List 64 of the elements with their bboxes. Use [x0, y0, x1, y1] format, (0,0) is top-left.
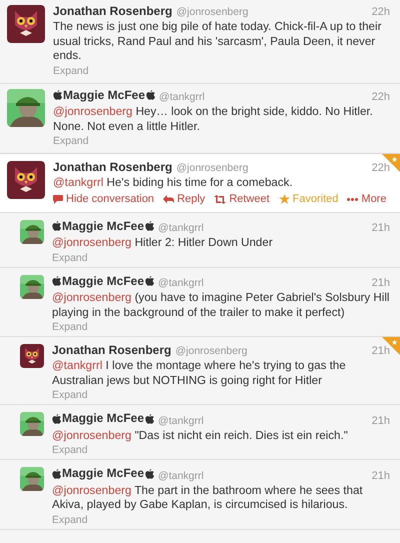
expand-link[interactable]: Expand — [53, 64, 89, 78]
author-name[interactable]: Maggie McFee — [63, 88, 146, 102]
tweet-card[interactable]: Maggie McFee @tankgrrl 22h @jonrosenberg Hey… look on the bright side, kiddo. No Hitler. None. Not even a little Hitler. Expand — [0, 84, 400, 154]
author-handle[interactable]: @jonrosenberg — [176, 162, 248, 175]
tweet-time[interactable]: 21h — [372, 345, 390, 358]
tweet-card[interactable]: Maggie McFee @tankgrrl 21h @jonrosenberg Hitler 2: Hitler Down Under Expand — [0, 212, 400, 268]
author-name[interactable]: Maggie McFee — [62, 274, 144, 288]
tweet-time[interactable]: 21h — [372, 470, 390, 482]
author-name[interactable]: Maggie McFee — [62, 220, 144, 232]
author-handle[interactable]: @tankgrrl — [158, 470, 204, 482]
author-name[interactable]: Jonathan Rosenberg — [53, 5, 172, 18]
mention-link[interactable]: @jonrosenberg — [53, 105, 132, 118]
tweet-text: @jonrosenberg "Das ist nicht ein reich. Dies ist ein reich." — [52, 428, 349, 443]
expand-link[interactable]: Expand — [53, 135, 89, 148]
reply-arrow-icon — [163, 194, 174, 204]
more-action[interactable]: More — [347, 192, 386, 206]
mention-link[interactable]: @jonrosenberg — [52, 428, 132, 442]
owl-avatar[interactable] — [20, 344, 44, 368]
mention-link[interactable]: @tankgrrl — [52, 359, 102, 372]
author-handle[interactable]: @jonrosenberg — [176, 6, 248, 19]
tweet-time[interactable]: 22h — [372, 91, 390, 104]
star-icon — [278, 194, 290, 204]
tweet-text: @jonrosenberg Hitler 2: Hitler Down Under — [52, 236, 274, 250]
mention-link[interactable]: @jonrosenberg — [52, 236, 132, 249]
author-handle[interactable]: @tankgrrl — [158, 222, 204, 235]
author-handle[interactable]: @jonrosenberg — [175, 345, 248, 358]
author-handle[interactable]: @tankgrrl — [158, 277, 204, 290]
tweet-text: @tankgrrl He's biding his time for a comeback. — [53, 176, 294, 190]
mention-link[interactable]: @jonrosenberg — [52, 484, 132, 496]
tweet-text: @jonrosenberg The part in the bathroom where he sees that Akiva, played by Gabe Kaplan, is circumcised is hilarious. — [52, 484, 364, 512]
conversation-action[interactable]: Hide conversation — [53, 192, 154, 206]
author-handle[interactable]: @tankgrrl — [158, 414, 204, 428]
expand-link[interactable]: Expand — [52, 514, 88, 526]
tweet-text: @jonrosenberg (you have to imagine Peter Gabriel's Solsbury Hill playing in the background of the trailer to make it perfect) — [52, 291, 390, 320]
reply-action[interactable]: Reply — [163, 192, 206, 206]
speech-bubble-icon — [53, 194, 63, 204]
tweet-time[interactable]: 22h — [372, 6, 390, 19]
tweet-text: @tankgrrl I love the montage where he's trying to gas the Australian jews but NOTHING is going right for Hitler — [52, 359, 347, 388]
author-name[interactable]: Jonathan Rosenberg — [53, 161, 172, 174]
tweet-text: @jonrosenberg Hey… look on the bright side, kiddo. No Hitler. None. Not even a little Hitler. — [53, 105, 374, 134]
owl-avatar[interactable] — [7, 5, 45, 43]
owl-avatar[interactable] — [7, 161, 45, 199]
expand-link[interactable]: Expand — [52, 321, 88, 334]
author-name[interactable]: Maggie McFee — [62, 467, 144, 480]
favorite-action[interactable]: Favorited — [278, 192, 338, 206]
retweet-action[interactable]: Retweet — [214, 192, 270, 206]
tweet-text: The news is just one big pile of hate today. Chick-fil-A up to their usual tricks, Rand Paul and his 'sarcasm', Paula Deen, it never ends. — [53, 20, 382, 64]
tweet-time[interactable]: 21h — [372, 222, 390, 235]
tweet-card[interactable]: Maggie McFee @tankgrrl 21h @jonrosenberg (you have to imagine Peter Gabriel's Solsbury Hill playing in the background of the trailer to make it perfect) Expand — [0, 268, 400, 337]
author-handle[interactable]: @tankgrrl — [159, 91, 205, 104]
tweet-card[interactable]: Jonathan Rosenberg @jonrosenberg 22h @tankgrrl He's biding his time for a comeback. Hide conversation Reply Retweet Favorited More — [0, 154, 400, 212]
mention-link[interactable]: @jonrosenberg — [52, 291, 132, 304]
ellipsis-icon — [347, 198, 358, 200]
retweet-icon — [214, 194, 226, 204]
expand-link[interactable]: Expand — [52, 252, 88, 264]
expand-link[interactable]: Expand — [52, 389, 88, 402]
author-name[interactable]: Maggie McFee — [62, 412, 144, 425]
tweet-time[interactable]: 22h — [372, 162, 390, 175]
tweet-time[interactable]: 21h — [372, 414, 390, 428]
expand-link[interactable]: Expand — [52, 444, 88, 457]
mention-link[interactable]: @tankgrrl — [53, 176, 104, 189]
tweet-time[interactable]: 21h — [372, 277, 390, 290]
author-name[interactable]: Jonathan Rosenberg — [52, 344, 172, 357]
tweet-card[interactable]: Jonathan Rosenberg @jonrosenberg 21h @tankgrrl I love the montage where he's trying to gas the Australian jews but NOTHING is going right for Hitler Expand — [0, 337, 400, 405]
